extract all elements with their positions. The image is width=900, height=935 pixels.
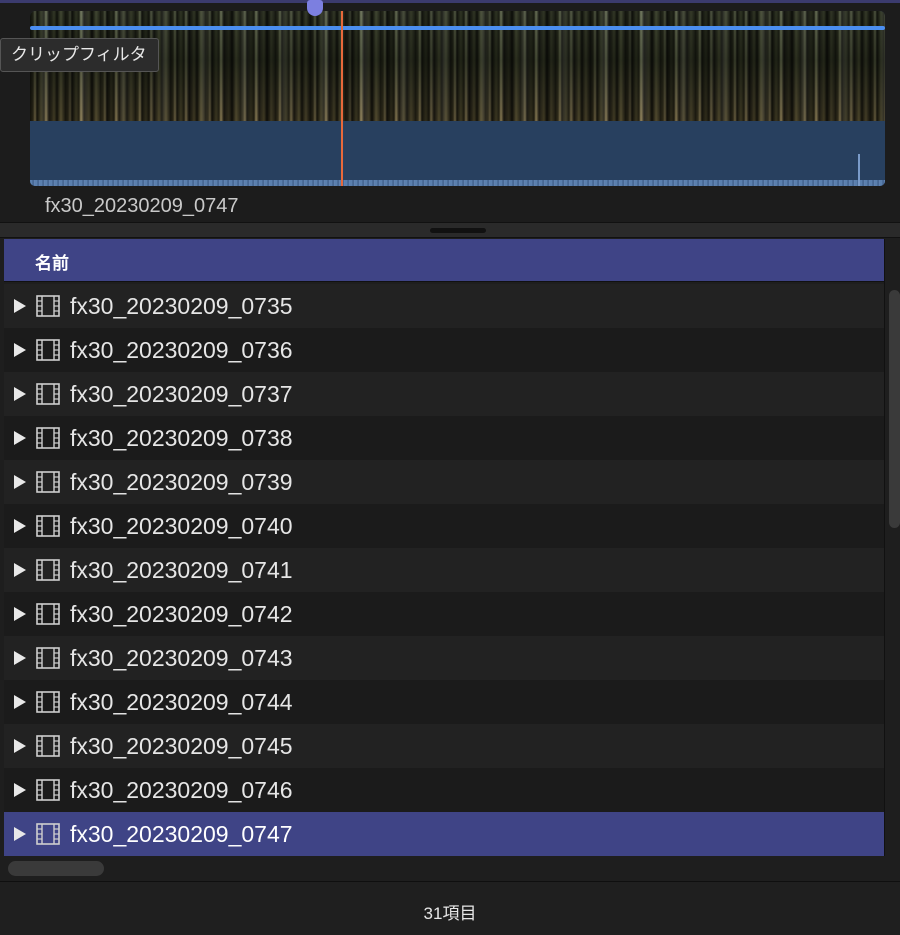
clip-row[interactable]: fx30_20230209_0743 <box>4 636 885 680</box>
clip-row[interactable]: fx30_20230209_0741 <box>4 548 885 592</box>
list-right-border <box>884 239 885 856</box>
clip-row-label: fx30_20230209_0742 <box>70 601 293 627</box>
clip-filmstrip[interactable] <box>30 11 885 186</box>
film-clip-icon <box>36 559 60 586</box>
skimmer-handle[interactable] <box>307 0 323 16</box>
film-clip-icon <box>36 603 60 630</box>
clip-row[interactable]: fx30_20230209_0746 <box>4 768 885 812</box>
clip-row-label: fx30_20230209_0744 <box>70 689 293 715</box>
disclosure-triangle-icon[interactable] <box>14 695 26 709</box>
clip-row-label: fx30_20230209_0738 <box>70 425 293 451</box>
clip-list[interactable]: fx30_20230209_0735 fx30_20230209_0736 fx30… <box>4 284 885 856</box>
clip-row[interactable]: fx30_20230209_0738 <box>4 416 885 460</box>
clip-row-label: fx30_20230209_0740 <box>70 513 293 539</box>
vertical-scrollbar[interactable] <box>889 290 900 528</box>
clip-filter-tooltip: クリップフィルタ <box>0 38 159 72</box>
clip-row[interactable]: fx30_20230209_0745 <box>4 724 885 768</box>
film-clip-icon <box>36 339 60 366</box>
disclosure-triangle-icon[interactable] <box>14 387 26 401</box>
film-clip-icon <box>36 383 60 410</box>
disclosure-triangle-icon[interactable] <box>14 607 26 621</box>
clip-row-label: fx30_20230209_0736 <box>70 337 293 363</box>
audio-peak <box>858 154 860 186</box>
film-clip-icon <box>36 691 60 718</box>
film-clip-icon <box>36 735 60 762</box>
top-edge <box>0 0 900 3</box>
film-clip-icon <box>36 647 60 674</box>
film-clip-icon <box>36 471 60 498</box>
clip-row-label: fx30_20230209_0741 <box>70 557 293 583</box>
clip-row-label: fx30_20230209_0746 <box>70 777 293 803</box>
disclosure-triangle-icon[interactable] <box>14 431 26 445</box>
selection-range-line[interactable] <box>30 26 885 30</box>
clip-row[interactable]: fx30_20230209_0739 <box>4 460 885 504</box>
playhead[interactable] <box>341 11 343 186</box>
clip-row[interactable]: fx30_20230209_0735 <box>4 284 885 328</box>
clip-row[interactable]: fx30_20230209_0736 <box>4 328 885 372</box>
film-clip-icon <box>36 779 60 806</box>
disclosure-triangle-icon[interactable] <box>14 519 26 533</box>
disclosure-triangle-icon[interactable] <box>14 739 26 753</box>
film-clip-icon <box>36 823 60 850</box>
horizontal-scrollbar[interactable] <box>8 861 104 876</box>
clip-row[interactable]: fx30_20230209_0744 <box>4 680 885 724</box>
disclosure-triangle-icon[interactable] <box>14 783 26 797</box>
disclosure-triangle-icon[interactable] <box>14 827 26 841</box>
clip-row[interactable]: fx30_20230209_0737 <box>4 372 885 416</box>
name-column-label: 名前 <box>35 254 69 273</box>
disclosure-triangle-icon[interactable] <box>14 343 26 357</box>
browser-footer: 31項目 <box>0 882 900 935</box>
clip-row-label: fx30_20230209_0735 <box>70 293 293 319</box>
item-count: 31項目 <box>423 904 477 923</box>
clip-row[interactable]: fx30_20230209_0747 <box>4 812 885 856</box>
disclosure-triangle-icon[interactable] <box>14 475 26 489</box>
clip-row-label: fx30_20230209_0745 <box>70 733 293 759</box>
clip-row-label: fx30_20230209_0737 <box>70 381 293 407</box>
name-column-header[interactable]: 名前 <box>4 239 885 282</box>
clip-filmstrip-area: クリップフィルタ fx30_20230209_0747 <box>0 0 900 222</box>
clip-row-label: fx30_20230209_0739 <box>70 469 293 495</box>
pane-divider[interactable] <box>0 222 900 238</box>
clip-row[interactable]: fx30_20230209_0740 <box>4 504 885 548</box>
clip-row[interactable]: fx30_20230209_0742 <box>4 592 885 636</box>
clip-row-label: fx30_20230209_0743 <box>70 645 293 671</box>
film-clip-icon <box>36 427 60 454</box>
disclosure-triangle-icon[interactable] <box>14 651 26 665</box>
audio-waveform <box>30 121 885 186</box>
clip-row-label: fx30_20230209_0747 <box>70 821 293 847</box>
audio-waveform-bars <box>30 180 885 186</box>
clip-name: fx30_20230209_0747 <box>45 195 239 217</box>
divider-handle[interactable] <box>430 228 486 233</box>
film-clip-icon <box>36 295 60 322</box>
disclosure-triangle-icon[interactable] <box>14 299 26 313</box>
film-clip-icon <box>36 515 60 542</box>
disclosure-triangle-icon[interactable] <box>14 563 26 577</box>
